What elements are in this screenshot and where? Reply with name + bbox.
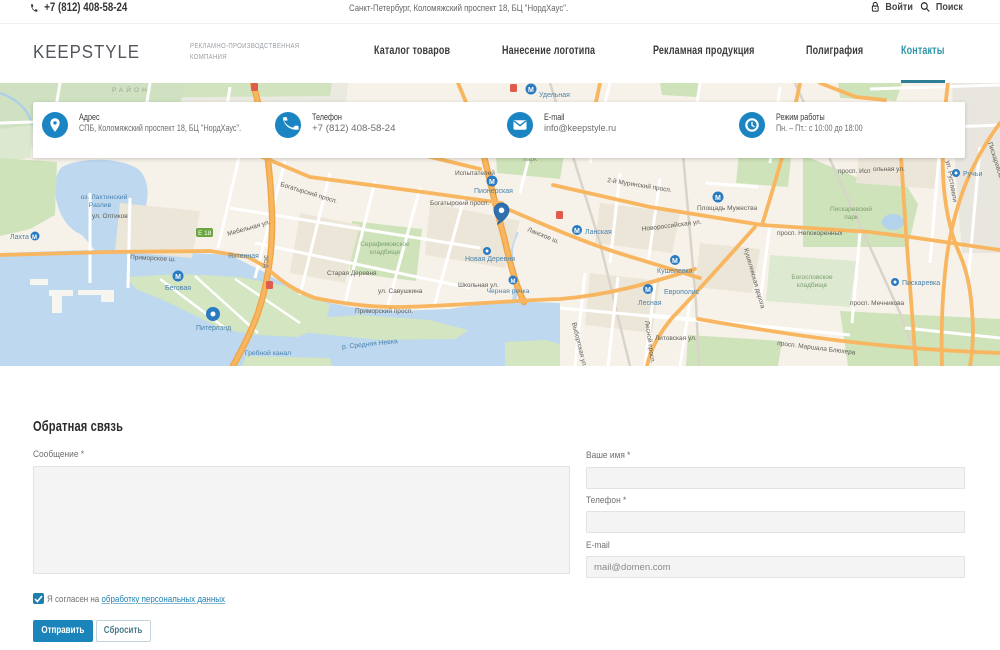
svg-text:Пискаревка: Пискаревка [902, 280, 940, 287]
svg-text:ул. Оптиков: ул. Оптиков [92, 213, 128, 220]
svg-text:М: М [511, 279, 516, 285]
svg-text:Литовская ул.: Литовская ул. [655, 335, 697, 342]
svg-text:просп. Мечникова: просп. Мечникова [850, 300, 905, 307]
svg-text:Разлив: Разлив [89, 202, 112, 209]
svg-text:Удельная: Удельная [539, 92, 570, 99]
svg-text:Европолис: Европолис [664, 289, 700, 296]
svg-text:М: М [574, 228, 580, 235]
svg-text:Пискаревский: Пискаревский [830, 205, 872, 213]
svg-text:просп. Непокоренных: просп. Непокоренных [777, 230, 843, 237]
svg-text:Площадь Мужества: Площадь Мужества [697, 205, 757, 212]
svg-text:Беговая: Беговая [165, 285, 191, 292]
svg-text:Ручьи: Ручьи [963, 171, 982, 178]
svg-text:ул. Савушкина: ул. Савушкина [378, 288, 423, 295]
svg-text:Богословское: Богословское [791, 274, 833, 281]
svg-text:Кушелевка: Кушелевка [657, 268, 693, 275]
svg-text:Лахта: Лахта [10, 234, 29, 241]
svg-text:Яхтенная: Яхтенная [228, 253, 259, 260]
svg-text:Старая Деревня: Старая Деревня [327, 270, 377, 277]
svg-text:Пионерская: Пионерская [474, 188, 513, 195]
svg-text:М: М [32, 235, 37, 241]
svg-text:Питерлэнд: Питерлэнд [196, 325, 231, 332]
svg-text:М: М [715, 195, 721, 202]
svg-text:Приморский просп.: Приморский просп. [355, 307, 413, 315]
svg-text:М: М [672, 258, 678, 265]
svg-text:оз. Лахтинский: оз. Лахтинский [81, 193, 128, 201]
svg-text:М: М [489, 179, 495, 186]
svg-text:кладбище: кладбище [797, 281, 828, 289]
svg-text:Богатырский просп.: Богатырский просп. [430, 199, 490, 207]
svg-text:М: М [528, 87, 534, 94]
svg-text:М: М [175, 274, 181, 281]
svg-text:РАЙОН: РАЙОН [112, 85, 150, 94]
svg-text:кладбище: кладбище [370, 248, 401, 256]
svg-text:ЗСД: ЗСД [262, 255, 269, 269]
svg-text:ольная ул.: ольная ул. [873, 166, 905, 173]
svg-text:Испытателей: Испытателей [455, 169, 495, 177]
svg-text:Черная речка: Черная речка [487, 288, 530, 295]
svg-text:E 18: E 18 [198, 230, 212, 237]
svg-text:Новая Деревня: Новая Деревня [465, 256, 515, 263]
svg-text:Гребной канал: Гребной канал [245, 349, 291, 357]
svg-text:Серафимовское: Серафимовское [360, 241, 410, 248]
svg-text:парк: парк [844, 214, 858, 221]
svg-text:Ланская: Ланская [585, 229, 612, 236]
svg-text:М: М [645, 287, 651, 294]
svg-text:Лесная: Лесная [638, 300, 662, 307]
svg-text:просп. Исп: просп. Исп [838, 168, 871, 175]
